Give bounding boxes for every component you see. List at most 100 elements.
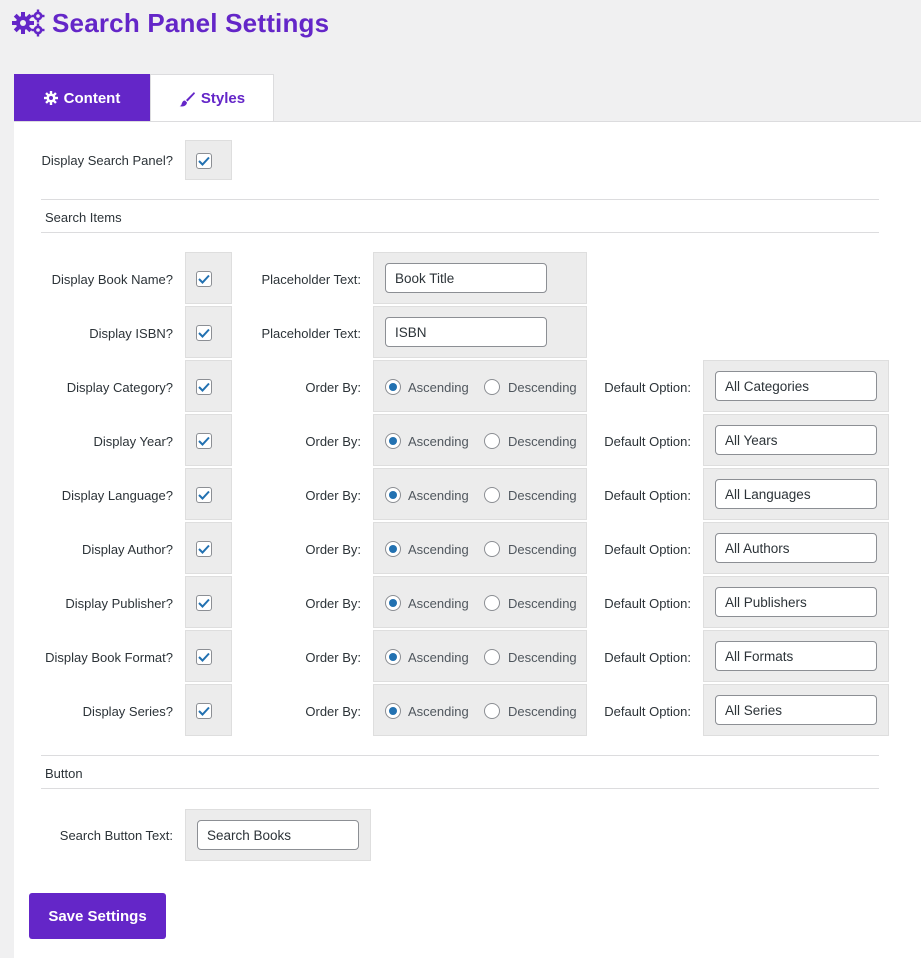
ascending-label[interactable]: Ascending [408, 542, 469, 558]
page-title: Search Panel Settings [52, 7, 330, 38]
descending-label[interactable]: Descending [508, 596, 577, 612]
default-option-cell [703, 630, 889, 682]
row-checkbox-cell [185, 522, 232, 574]
ascending-radio[interactable] [385, 649, 401, 665]
row-checkbox[interactable] [196, 703, 212, 719]
order-by-cell: Ascending Descending [373, 522, 587, 574]
descending-radio[interactable] [484, 649, 500, 665]
descending-radio[interactable] [484, 703, 500, 719]
row-label: Display ISBN? [89, 326, 173, 341]
descending-radio[interactable] [484, 487, 500, 503]
checkmark-icon [198, 652, 210, 662]
order-by-label: Order By: [305, 650, 361, 665]
descending-label[interactable]: Descending [508, 704, 577, 720]
save-settings-button[interactable]: Save Settings [29, 893, 166, 939]
search-button-text-label: Search Button Text: [59, 828, 173, 843]
default-option-cell [703, 522, 889, 574]
tab-content[interactable]: Content [14, 74, 150, 122]
ascending-radio[interactable] [385, 379, 401, 395]
search-button-text-input[interactable] [197, 820, 359, 850]
row-label: Display Author? [81, 542, 173, 557]
default-option-input[interactable] [715, 371, 877, 401]
divider [41, 232, 879, 233]
order-by-cell: Ascending Descending [373, 414, 587, 466]
display-search-panel-checkbox[interactable] [196, 153, 212, 169]
row-checkbox[interactable] [196, 379, 212, 395]
ascending-radio[interactable] [385, 433, 401, 449]
placeholder-text-cell [373, 306, 587, 358]
row-checkbox[interactable] [196, 649, 212, 665]
order-by-label: Order By: [305, 542, 361, 557]
row-checkbox[interactable] [196, 595, 212, 611]
checkmark-icon [198, 328, 210, 338]
row-label: Display Book Format? [45, 650, 173, 665]
row-checkbox[interactable] [196, 271, 212, 287]
ascending-radio[interactable] [385, 487, 401, 503]
tab-styles-label: Styles [200, 90, 246, 107]
divider [41, 199, 879, 200]
order-by-label: Order By: [305, 704, 361, 719]
row-checkbox[interactable] [196, 325, 212, 341]
order-by-label: Order By: [305, 380, 361, 395]
default-option-cell [703, 684, 889, 736]
default-option-input[interactable] [715, 425, 877, 455]
descending-label[interactable]: Descending [508, 542, 577, 558]
default-option-label: Default Option: [604, 650, 691, 665]
default-option-cell [703, 414, 889, 466]
default-option-input[interactable] [715, 533, 877, 563]
descending-label[interactable]: Descending [508, 380, 577, 396]
display-search-panel-label: Display Search Panel? [41, 153, 173, 168]
page-header: Search Panel Settings [12, 6, 329, 40]
placeholder-text-label: Placeholder Text: [261, 326, 362, 341]
section-title-search-items: Search Items [45, 210, 122, 225]
row-checkbox[interactable] [196, 487, 212, 503]
descending-radio[interactable] [484, 541, 500, 557]
ascending-label[interactable]: Ascending [408, 650, 469, 666]
row-checkbox[interactable] [196, 541, 212, 557]
tab-content-label: Content [63, 89, 121, 107]
row-checkbox-cell [185, 576, 232, 628]
checkmark-icon [198, 436, 210, 446]
checkmark-icon [198, 382, 210, 392]
placeholder-text-input[interactable] [385, 317, 547, 347]
descending-radio[interactable] [484, 433, 500, 449]
order-by-cell: Ascending Descending [373, 576, 587, 628]
row-checkbox-cell [185, 360, 232, 412]
row-checkbox-cell [185, 414, 232, 466]
order-by-cell: Ascending Descending [373, 630, 587, 682]
descending-label[interactable]: Descending [508, 434, 577, 450]
placeholder-text-label: Placeholder Text: [261, 272, 362, 287]
default-option-input[interactable] [715, 695, 877, 725]
ascending-label[interactable]: Ascending [408, 488, 469, 504]
default-option-label: Default Option: [604, 542, 691, 557]
ascending-radio[interactable] [385, 595, 401, 611]
default-option-input[interactable] [715, 641, 877, 671]
default-option-cell [703, 576, 889, 628]
ascending-label[interactable]: Ascending [408, 704, 469, 720]
descending-radio[interactable] [484, 379, 500, 395]
default-option-label: Default Option: [604, 434, 691, 449]
default-option-input[interactable] [715, 479, 877, 509]
default-option-label: Default Option: [604, 704, 691, 719]
default-option-label: Default Option: [604, 488, 691, 503]
order-by-cell: Ascending Descending [373, 684, 587, 736]
brush-icon [179, 91, 195, 106]
descending-radio[interactable] [484, 595, 500, 611]
default-option-cell [703, 468, 889, 520]
default-option-input[interactable] [715, 587, 877, 617]
gears-icon [12, 8, 46, 38]
ascending-radio[interactable] [385, 541, 401, 557]
ascending-label[interactable]: Ascending [408, 380, 469, 396]
placeholder-text-input[interactable] [385, 263, 547, 293]
descending-label[interactable]: Descending [508, 650, 577, 666]
descending-label[interactable]: Descending [508, 488, 577, 504]
row-checkbox-cell [185, 468, 232, 520]
tab-styles[interactable]: Styles [150, 74, 274, 122]
ascending-label[interactable]: Ascending [408, 596, 469, 612]
row-checkbox[interactable] [196, 433, 212, 449]
gear-icon [43, 91, 58, 105]
row-label: Display Category? [66, 380, 173, 395]
ascending-label[interactable]: Ascending [408, 434, 469, 450]
row-checkbox-cell [185, 684, 232, 736]
ascending-radio[interactable] [385, 703, 401, 719]
